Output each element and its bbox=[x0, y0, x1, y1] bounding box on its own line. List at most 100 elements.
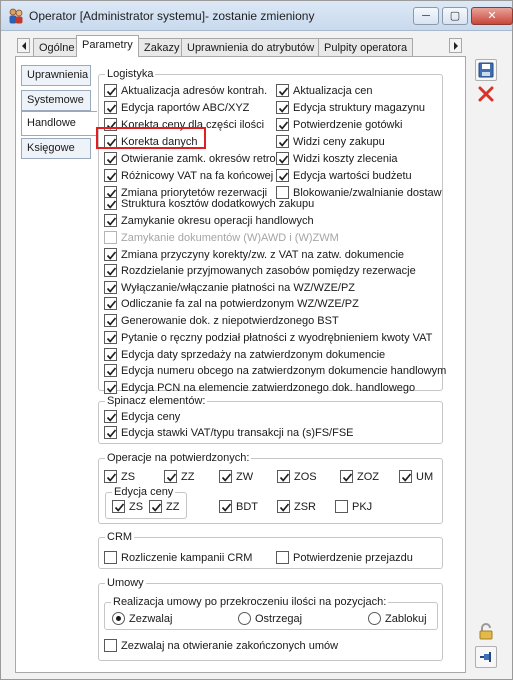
checkmark-icon bbox=[342, 473, 353, 482]
checkbox-label: Zamykanie dokumentów (W)AWD i (W)ZWM bbox=[121, 232, 339, 244]
checkbox-box[interactable] bbox=[104, 331, 117, 344]
checkbox-box[interactable] bbox=[276, 84, 289, 97]
checkbox-label: Otwieranie zamk. okresów retro bbox=[121, 153, 276, 165]
checkmark-icon bbox=[278, 155, 289, 164]
checkmark-icon bbox=[279, 503, 290, 512]
checkbox-box[interactable] bbox=[276, 118, 289, 131]
maximize-button[interactable]: ▢ bbox=[442, 7, 468, 25]
lock-icon bbox=[479, 623, 493, 640]
checkbox-box[interactable] bbox=[104, 639, 117, 652]
checkbox-box[interactable] bbox=[104, 101, 117, 114]
checkbox-label: BDT bbox=[236, 501, 258, 513]
checkbox-box bbox=[104, 231, 117, 244]
checkbox-box[interactable] bbox=[104, 197, 117, 210]
checkbox-box[interactable] bbox=[104, 281, 117, 294]
tabs-scroll-left-button[interactable] bbox=[17, 38, 30, 53]
logistyka-title: Logistyka bbox=[105, 67, 156, 81]
operacje-title: Operacje na potwierdzonych: bbox=[105, 451, 252, 465]
checkbox-box[interactable] bbox=[276, 152, 289, 165]
radio-selected-dot bbox=[116, 616, 121, 621]
checkbox-label: UM bbox=[416, 471, 434, 483]
checkbox-box[interactable] bbox=[104, 348, 117, 361]
checkbox-box[interactable] bbox=[276, 101, 289, 114]
checkbox-box[interactable] bbox=[104, 470, 117, 483]
checkbox-box[interactable] bbox=[276, 169, 289, 182]
checkbox-box[interactable] bbox=[112, 500, 125, 513]
checkbox-box[interactable] bbox=[104, 381, 117, 394]
spinacz-title: Spinacz elementów: bbox=[105, 394, 208, 408]
checkmark-icon bbox=[106, 172, 117, 181]
checkbox-label: ZS bbox=[129, 501, 144, 513]
checkbox-box[interactable] bbox=[219, 500, 232, 513]
checkbox-label: Edycja ceny bbox=[121, 411, 181, 423]
sidetab-systemowe[interactable]: Systemowe bbox=[21, 90, 91, 111]
close-button[interactable]: ✕ bbox=[471, 7, 513, 25]
sidetab-ksiegowe[interactable]: Księgowe bbox=[21, 138, 91, 159]
checkbox-box[interactable] bbox=[104, 364, 117, 377]
sidetab-uprawnienia[interactable]: Uprawnienia bbox=[21, 65, 91, 86]
checkbox-box[interactable] bbox=[104, 169, 117, 182]
checkbox-label: Rozdzielanie przyjmowanych zasobów pomię… bbox=[121, 265, 416, 277]
checkbox-label: Wyłączanie/włączanie płatności na WZ/WZE… bbox=[121, 282, 356, 294]
radio-dot[interactable] bbox=[368, 612, 381, 625]
checkbox-box[interactable] bbox=[340, 470, 353, 483]
radio-label: Ostrzegaj bbox=[255, 613, 303, 625]
checkbox-box[interactable] bbox=[335, 500, 348, 513]
checkbox-box[interactable] bbox=[104, 248, 117, 261]
checkmark-icon bbox=[106, 300, 117, 309]
tab-uprawnienia-atrybutow[interactable]: Uprawnienia do atrybutów bbox=[181, 38, 321, 57]
checkbox-box[interactable] bbox=[276, 135, 289, 148]
korekta-danych-highlight bbox=[96, 127, 206, 149]
checkbox-box[interactable] bbox=[149, 500, 162, 513]
title-bar: Operator [Administrator systemu]- zostan… bbox=[1, 1, 513, 31]
minimize-button[interactable]: ─ bbox=[413, 7, 439, 25]
checkbox-box[interactable] bbox=[104, 426, 117, 439]
save-button[interactable] bbox=[475, 59, 497, 81]
checkbox-label: Edycja wartości budżetu bbox=[293, 170, 412, 182]
edycja-ceny-title: Edycja ceny bbox=[112, 485, 176, 499]
checkbox-box[interactable] bbox=[276, 551, 289, 564]
delete-icon bbox=[478, 86, 494, 102]
radio-dot[interactable] bbox=[112, 612, 125, 625]
checkbox-label: Zamykanie okresu operacji handlowych bbox=[121, 215, 314, 227]
realizacja-title: Realizacja umowy po przekroczeniu ilości… bbox=[111, 595, 389, 609]
crm-title: CRM bbox=[105, 530, 135, 544]
checkbox-box[interactable] bbox=[104, 551, 117, 564]
checkbox-box[interactable] bbox=[104, 314, 117, 327]
checkbox-box[interactable] bbox=[399, 470, 412, 483]
checkbox-label: Edycja stawki VAT/typu transakcji na (s)… bbox=[121, 427, 354, 439]
checkbox-label: Różnicowy VAT na fa końcowej bbox=[121, 170, 274, 182]
tab-zakazy[interactable]: Zakazy bbox=[138, 38, 186, 57]
tab-parametry[interactable]: Parametry bbox=[76, 35, 139, 57]
save-icon bbox=[478, 62, 494, 78]
checkmark-icon bbox=[106, 267, 117, 276]
checkbox-box[interactable] bbox=[104, 152, 117, 165]
sidetab-handlowe[interactable]: Handlowe bbox=[21, 111, 97, 136]
pin-button[interactable] bbox=[475, 646, 497, 668]
checkbox-box[interactable] bbox=[104, 264, 117, 277]
checkbox-label: Edycja struktury magazynu bbox=[293, 102, 426, 114]
checkbox-box[interactable] bbox=[219, 470, 232, 483]
checkbox-box[interactable] bbox=[104, 410, 117, 423]
checkbox-box[interactable] bbox=[277, 470, 290, 483]
operator-window: Operator [Administrator systemu]- zostan… bbox=[0, 0, 513, 680]
checkmark-icon bbox=[166, 473, 177, 482]
checkmark-icon bbox=[401, 473, 412, 482]
checkmark-icon bbox=[278, 104, 289, 113]
checkbox-label: Zmiana przyczyny korekty/zw. z VAT na za… bbox=[121, 249, 405, 261]
lock-button[interactable] bbox=[475, 621, 497, 643]
radio-dot[interactable] bbox=[238, 612, 251, 625]
checkbox-label: PKJ bbox=[352, 501, 373, 513]
tabs-scroll-right-button[interactable] bbox=[449, 38, 462, 53]
checkbox-box[interactable] bbox=[104, 84, 117, 97]
checkbox-label: Zezwalaj na otwieranie zakończonych umów bbox=[121, 640, 339, 652]
checkbox-box[interactable] bbox=[104, 297, 117, 310]
tab-ogolne[interactable]: Ogólne bbox=[33, 38, 81, 57]
checkbox-label: Rozliczenie kampanii CRM bbox=[121, 552, 253, 564]
checkbox-box[interactable] bbox=[277, 500, 290, 513]
delete-button[interactable] bbox=[475, 83, 497, 105]
checkbox-box[interactable] bbox=[164, 470, 177, 483]
checkbox-label: Odliczanie fa zal na potwierdzonym WZ/WZ… bbox=[121, 298, 359, 310]
tab-pulpity-operatora[interactable]: Pulpity operatora bbox=[318, 38, 414, 57]
checkbox-box[interactable] bbox=[104, 214, 117, 227]
